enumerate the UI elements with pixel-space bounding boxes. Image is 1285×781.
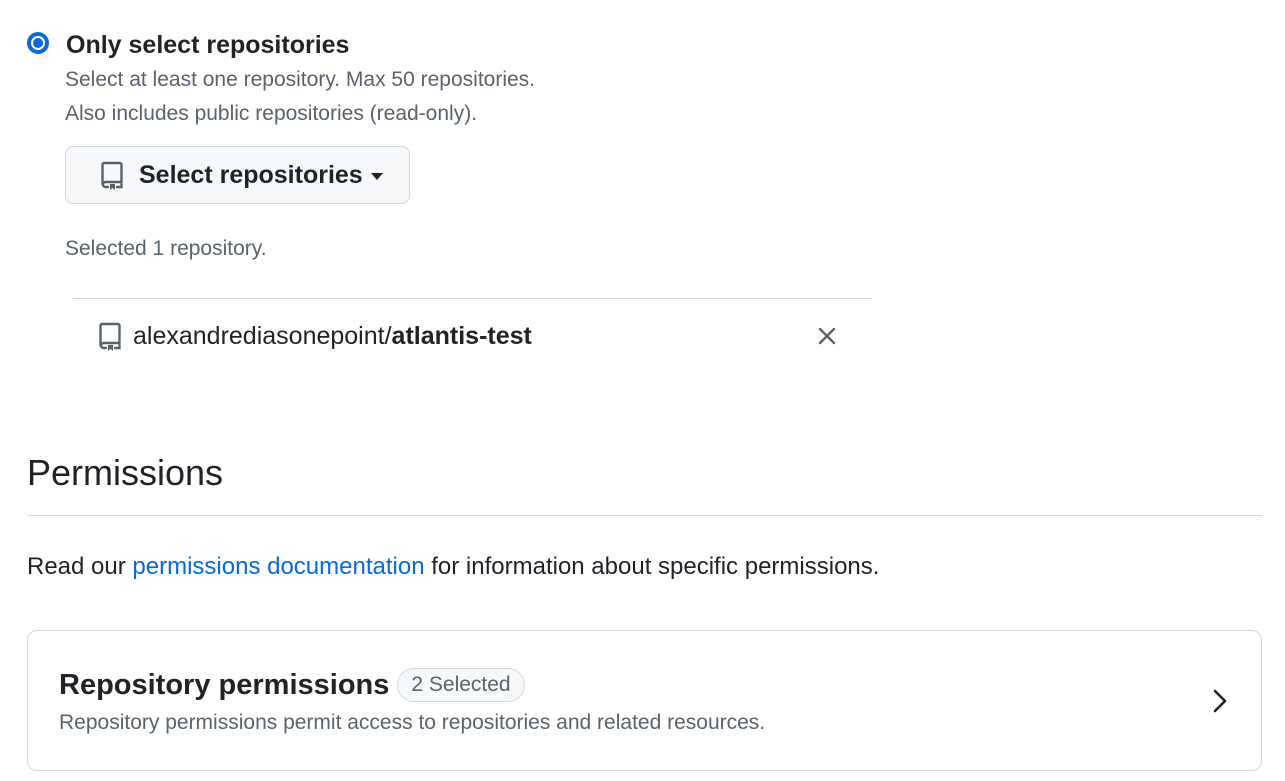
- selected-repository-row: alexandrediasonepoint/atlantis-test: [97, 316, 532, 356]
- repo-access-description-line2: Also includes public repositories (read-…: [65, 102, 478, 125]
- permissions-doc-text: Read our permissions documentation for i…: [27, 551, 879, 583]
- selected-repository-count: Selected 1 repository.: [65, 237, 267, 260]
- repository-permissions-description: Repository permissions permit access to …: [59, 711, 766, 734]
- select-repositories-label: Select repositories: [139, 160, 363, 189]
- remove-repository-button[interactable]: [814, 323, 840, 349]
- doc-suffix: for information about specific permissio…: [431, 553, 880, 580]
- repository-permissions-title: Repository permissions: [59, 668, 390, 701]
- repo-access-description-line1: Select at least one repository. Max 50 r…: [65, 68, 536, 91]
- permissions-documentation-link[interactable]: permissions documentation: [132, 553, 424, 580]
- select-repositories-button[interactable]: Select repositories: [65, 146, 410, 204]
- repo-icon: [99, 160, 125, 190]
- only-select-repositories-radio[interactable]: [27, 32, 49, 54]
- divider: [73, 298, 872, 299]
- radio-selected-icon: [31, 36, 45, 50]
- repository-permissions-title-row: Repository permissions 2 Selected: [59, 668, 525, 702]
- caret-down-icon: [370, 173, 383, 180]
- repo-owner: alexandrediasonepoint/: [133, 321, 392, 350]
- chevron-right-icon: [1208, 688, 1232, 714]
- repo-name: atlantis-test: [391, 321, 532, 350]
- selected-count-badge: 2 Selected: [397, 668, 525, 702]
- repo-icon: [97, 321, 123, 351]
- divider: [27, 515, 1262, 516]
- only-select-repositories-label[interactable]: Only select repositories: [66, 29, 349, 61]
- doc-prefix: Read our: [27, 553, 126, 580]
- repository-permissions-card[interactable]: Repository permissions 2 Selected Reposi…: [27, 630, 1262, 771]
- permissions-heading: Permissions: [27, 452, 224, 493]
- x-icon: [817, 326, 837, 346]
